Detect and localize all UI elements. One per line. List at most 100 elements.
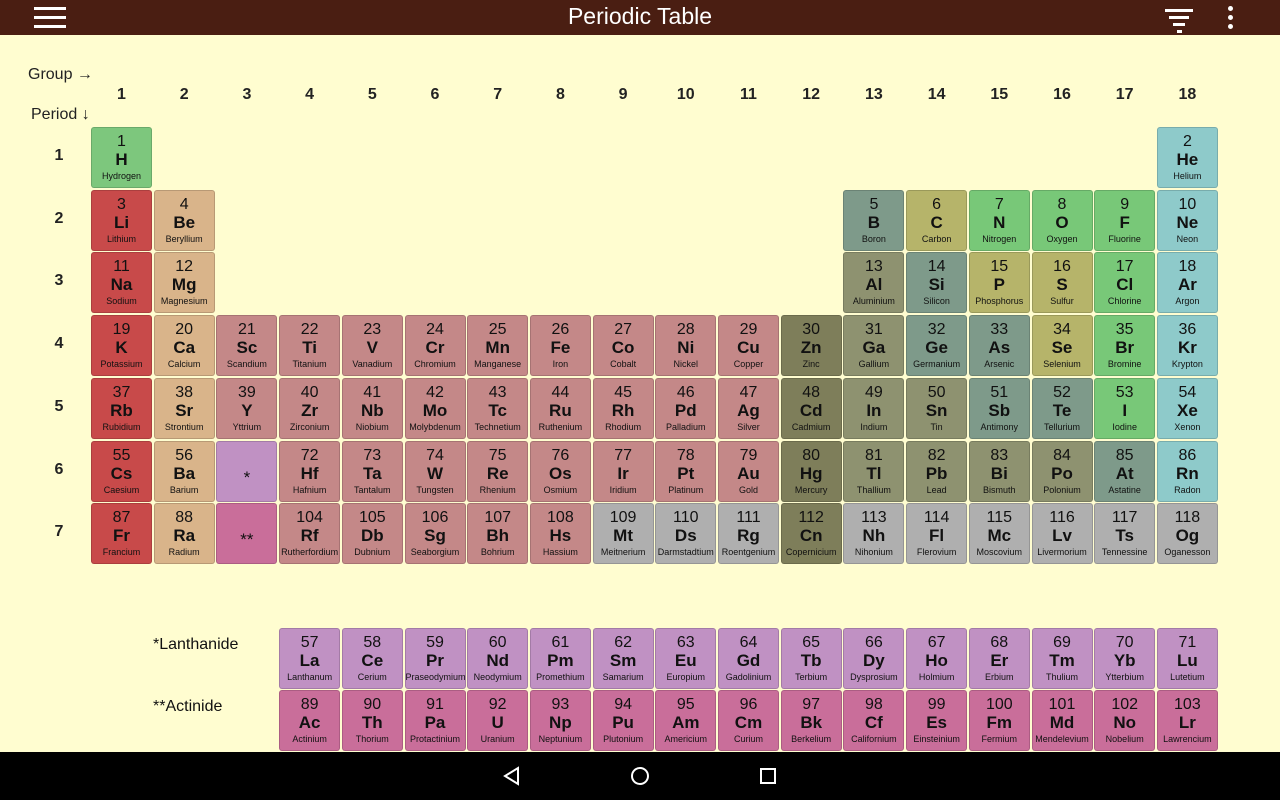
element-tile[interactable]: 17 Cl Chlorine: [1094, 252, 1156, 314]
element-tile[interactable]: 112 Cn Copernicium: [780, 503, 842, 565]
element-tile[interactable]: 106 Sg Seaborgium: [404, 503, 466, 565]
element-tile[interactable]: 6 C Carbon: [906, 189, 968, 251]
element-tile[interactable]: 8 O Oxygen: [1031, 189, 1093, 251]
element-tile[interactable]: 78 Pt Platinum: [655, 440, 717, 502]
element-tile[interactable]: 73 Ta Tantalum: [341, 440, 403, 502]
element-tile[interactable]: 16 S Sulfur: [1031, 252, 1093, 314]
element-tile[interactable]: 109 Mt Meitnerium: [592, 503, 654, 565]
element-tile[interactable]: 67 Ho Holmium: [906, 628, 968, 689]
element-tile[interactable]: 10 Ne Neon: [1156, 189, 1218, 251]
element-tile[interactable]: 9 F Fluorine: [1094, 189, 1156, 251]
element-tile[interactable]: 25 Mn Manganese: [467, 315, 529, 377]
element-tile[interactable]: 26 Fe Iron: [529, 315, 591, 377]
element-tile[interactable]: 100 Fm Fermium: [968, 690, 1030, 751]
element-tile[interactable]: 12 Mg Magnesium: [153, 252, 215, 314]
element-tile[interactable]: 97 Bk Berkelium: [780, 690, 842, 751]
element-tile[interactable]: 91 Pa Protactinium: [404, 690, 466, 751]
element-tile[interactable]: 107 Bh Bohrium: [467, 503, 529, 565]
element-tile[interactable]: 18 Ar Argon: [1156, 252, 1218, 314]
element-tile[interactable]: 59 Pr Praseodymium: [404, 628, 466, 689]
element-tile[interactable]: 61 Pm Promethium: [529, 628, 591, 689]
element-tile[interactable]: 81 Tl Thallium: [843, 440, 905, 502]
element-tile[interactable]: 64 Gd Gadolinium: [718, 628, 779, 689]
element-tile[interactable]: 87 Fr Francium: [91, 503, 152, 565]
element-tile[interactable]: 43 Tc Technetium: [467, 377, 529, 439]
element-tile[interactable]: 88 Ra Radium: [153, 503, 215, 565]
element-tile[interactable]: 20 Ca Calcium: [153, 315, 215, 377]
element-tile[interactable]: 7 N Nitrogen: [968, 189, 1030, 251]
element-tile[interactable]: 114 Fl Flerovium: [906, 503, 968, 565]
element-tile[interactable]: 101 Md Mendelevium: [1031, 690, 1093, 751]
element-tile[interactable]: 117 Ts Tennessine: [1094, 503, 1156, 565]
element-tile[interactable]: 82 Pb Lead: [906, 440, 968, 502]
element-tile[interactable]: 94 Pu Plutonium: [592, 690, 654, 751]
element-tile[interactable]: 40 Zr Zirconium: [279, 377, 341, 439]
element-tile[interactable]: 92 U Uranium: [467, 690, 529, 751]
element-tile[interactable]: 37 Rb Rubidium: [91, 377, 152, 439]
element-tile[interactable]: 39 Y Yttrium: [216, 377, 278, 439]
element-tile[interactable]: 104 Rf Rutherfordium: [279, 503, 341, 565]
element-tile[interactable]: 72 Hf Hafnium: [279, 440, 341, 502]
element-tile[interactable]: 50 Sn Tin: [906, 377, 968, 439]
element-tile[interactable]: 47 Ag Silver: [718, 377, 779, 439]
element-tile[interactable]: 62 Sm Samarium: [592, 628, 654, 689]
element-tile[interactable]: 74 W Tungsten: [404, 440, 466, 502]
element-tile[interactable]: 98 Cf Californium: [843, 690, 905, 751]
element-tile[interactable]: 3 Li Lithium: [91, 189, 152, 251]
element-tile[interactable]: 84 Po Polonium: [1031, 440, 1093, 502]
element-tile[interactable]: 71 Lu Lutetium: [1156, 628, 1218, 689]
element-tile[interactable]: 19 K Potassium: [91, 315, 152, 377]
element-tile[interactable]: 44 Ru Ruthenium: [529, 377, 591, 439]
element-tile[interactable]: 58 Ce Cerium: [341, 628, 403, 689]
element-tile[interactable]: 80 Hg Mercury: [780, 440, 842, 502]
element-tile[interactable]: 29 Cu Copper: [718, 315, 779, 377]
element-tile[interactable]: 89 Ac Actinium: [279, 690, 341, 751]
element-tile[interactable]: 24 Cr Chromium: [404, 315, 466, 377]
element-tile[interactable]: 5 B Boron: [843, 189, 905, 251]
element-tile[interactable]: 31 Ga Gallium: [843, 315, 905, 377]
filter-icon[interactable]: [1164, 9, 1194, 33]
element-tile[interactable]: 76 Os Osmium: [529, 440, 591, 502]
element-tile[interactable]: 32 Ge Germanium: [906, 315, 968, 377]
element-tile[interactable]: 63 Eu Europium: [655, 628, 717, 689]
element-tile[interactable]: 21 Sc Scandium: [216, 315, 278, 377]
home-circle-icon[interactable]: [628, 764, 652, 788]
element-tile[interactable]: 54 Xe Xenon: [1156, 377, 1218, 439]
element-tile[interactable]: 96 Cm Curium: [718, 690, 779, 751]
element-tile[interactable]: 116 Lv Livermorium: [1031, 503, 1093, 565]
element-tile[interactable]: 75 Re Rhenium: [467, 440, 529, 502]
element-tile[interactable]: 102 No Nobelium: [1094, 690, 1156, 751]
element-tile[interactable]: 66 Dy Dysprosium: [843, 628, 905, 689]
element-tile[interactable]: 51 Sb Antimony: [968, 377, 1030, 439]
element-tile[interactable]: 99 Es Einsteinium: [906, 690, 968, 751]
element-tile[interactable]: 28 Ni Nickel: [655, 315, 717, 377]
element-tile[interactable]: 27 Co Cobalt: [592, 315, 654, 377]
lanthanide-placeholder[interactable]: *: [216, 440, 278, 502]
element-tile[interactable]: 110 Ds Darmstadtium: [655, 503, 717, 565]
element-tile[interactable]: 34 Se Selenium: [1031, 315, 1093, 377]
element-tile[interactable]: 68 Er Erbium: [968, 628, 1030, 689]
element-tile[interactable]: 108 Hs Hassium: [529, 503, 591, 565]
element-tile[interactable]: 1 H Hydrogen: [91, 127, 152, 188]
element-tile[interactable]: 2 He Helium: [1156, 127, 1218, 188]
element-tile[interactable]: 49 In Indium: [843, 377, 905, 439]
element-tile[interactable]: 57 La Lanthanum: [279, 628, 341, 689]
element-tile[interactable]: 41 Nb Niobium: [341, 377, 403, 439]
element-tile[interactable]: 11 Na Sodium: [91, 252, 152, 314]
element-tile[interactable]: 69 Tm Thulium: [1031, 628, 1093, 689]
element-tile[interactable]: 79 Au Gold: [718, 440, 779, 502]
element-tile[interactable]: 52 Te Tellurium: [1031, 377, 1093, 439]
element-tile[interactable]: 23 V Vanadium: [341, 315, 403, 377]
element-tile[interactable]: 77 Ir Iridium: [592, 440, 654, 502]
element-tile[interactable]: 95 Am Americium: [655, 690, 717, 751]
recents-square-icon[interactable]: [756, 764, 780, 788]
element-tile[interactable]: 55 Cs Caesium: [91, 440, 152, 502]
element-tile[interactable]: 22 Ti Titanium: [279, 315, 341, 377]
element-tile[interactable]: 56 Ba Barium: [153, 440, 215, 502]
element-tile[interactable]: 48 Cd Cadmium: [780, 377, 842, 439]
element-tile[interactable]: 42 Mo Molybdenum: [404, 377, 466, 439]
more-vert-icon[interactable]: [1222, 6, 1238, 32]
element-tile[interactable]: 103 Lr Lawrencium: [1156, 690, 1218, 751]
element-tile[interactable]: 45 Rh Rhodium: [592, 377, 654, 439]
element-tile[interactable]: 60 Nd Neodymium: [467, 628, 529, 689]
